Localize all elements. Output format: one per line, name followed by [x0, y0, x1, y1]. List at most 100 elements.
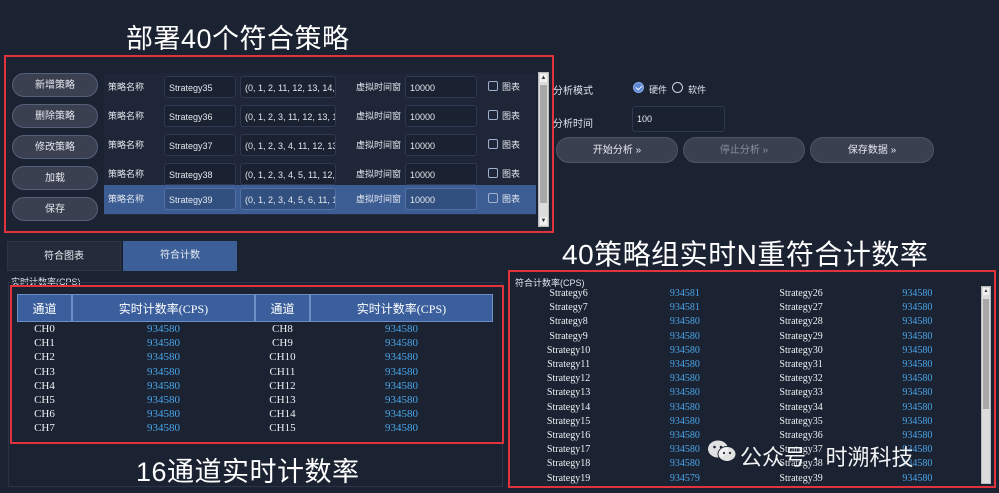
strategy-list-scrollbar[interactable]: ▲ ▼	[538, 72, 549, 227]
virtual-window-input[interactable]: 10000	[405, 76, 477, 98]
strategy-name-input[interactable]: Strategy37	[164, 134, 236, 156]
strategy-name-label: 策略名称	[108, 169, 145, 179]
coinc-table-scrollbar[interactable]: ▲	[981, 286, 991, 484]
analysis-mode-label: 分析模式	[553, 86, 593, 97]
table-row: CH2 934580 CH10 934580	[17, 350, 493, 364]
channel-name-cell: CH6	[34, 408, 55, 421]
strategy-name-cell: Strategy27	[779, 302, 823, 314]
channel-name-cell: CH11	[269, 365, 296, 378]
strategy-row[interactable]: 策略名称 Strategy39 (0, 1, 2, 3, 4, 5, 6, 11, …	[104, 185, 536, 215]
strategy-name-input[interactable]: Strategy36	[164, 105, 236, 127]
table-row: Strategy9 934580 Strategy29 934580	[513, 330, 978, 344]
table-row: CH4 934580 CH12 934580	[17, 379, 493, 393]
channel-rate-cell: 934580	[384, 365, 418, 378]
strategy-rate-cell: 934580	[669, 373, 700, 385]
strategy-name-input[interactable]: Strategy39	[164, 188, 236, 210]
coinc-annotation-title: 40策略组实时N重符合计数率	[562, 239, 929, 270]
virtual-window-label: 虚拟时间窗	[356, 111, 402, 121]
start-analysis-button[interactable]: 开始分析 »	[556, 137, 678, 163]
strategy-rate-cell: 934580	[669, 401, 700, 413]
hardware-radio[interactable]	[633, 82, 644, 93]
strategy-channels-input[interactable]: (0, 1, 2, 3, 4, 11, 12, 13,	[240, 134, 336, 156]
strategy-name-cell: Strategy14	[546, 401, 591, 413]
chart-checkbox-label: 图表	[502, 111, 521, 121]
strategy-rate-cell: 934580	[902, 387, 933, 399]
tab-coinc-chart[interactable]: 符合图表	[7, 241, 121, 271]
hardware-label: 硬件	[649, 85, 668, 95]
strategy-row[interactable]: 策略名称 Strategy35 (0, 1, 2, 11, 12, 13, 14, …	[104, 73, 536, 103]
virtual-window-label: 虚拟时间窗	[356, 194, 402, 204]
channel-rate-cell: 934580	[384, 422, 418, 435]
edit-strategy-button[interactable]: 修改策略	[12, 135, 98, 159]
strategy-rate-cell: 934580	[902, 472, 933, 484]
channel-name-cell: CH0	[34, 323, 55, 336]
channel-name-cell: CH12	[269, 379, 296, 392]
channel-rate-cell: 934580	[146, 365, 180, 378]
table-row: CH7 934580 CH15 934580	[17, 421, 493, 435]
strategy-name-cell: Strategy31	[779, 359, 823, 371]
strategy-name-label: 策略名称	[108, 111, 145, 121]
software-label: 软件	[688, 85, 707, 95]
channel-rate-cell: 934580	[384, 394, 418, 407]
strategy-name-input[interactable]: Strategy35	[164, 76, 236, 98]
channel-name-cell: CH13	[269, 394, 296, 407]
stop-analysis-button[interactable]: 停止分析 »	[683, 137, 805, 163]
table-row: Strategy6 934581 Strategy26 934580	[513, 287, 978, 301]
virtual-window-input[interactable]: 10000	[405, 105, 477, 127]
table-row: Strategy13 934580 Strategy33 934580	[513, 386, 978, 400]
strategy-channels-input[interactable]: (0, 1, 2, 3, 4, 5, 11, 12, 1	[240, 163, 336, 185]
software-radio[interactable]	[672, 82, 683, 93]
strategy-name-input[interactable]: Strategy38	[164, 163, 236, 185]
virtual-window-input[interactable]: 10000	[405, 188, 477, 210]
table-row: CH3 934580 CH11 934580	[17, 365, 493, 379]
strategy-name-cell: Strategy16	[546, 429, 591, 441]
strategy-row[interactable]: 策略名称 Strategy37 (0, 1, 2, 3, 4, 11, 12, 13…	[104, 131, 536, 161]
strategy-rate-cell: 934580	[669, 415, 700, 427]
save-button[interactable]: 保存	[12, 197, 98, 221]
strategy-rate-cell: 934580	[902, 316, 933, 328]
table-row: CH0 934580 CH8 934580	[17, 322, 493, 336]
virtual-window-label: 虚拟时间窗	[356, 169, 402, 179]
strategy-row[interactable]: 策略名称 Strategy36 (0, 1, 2, 3, 11, 12, 13, 1…	[104, 102, 536, 132]
channel-name-cell: CH10	[269, 351, 296, 364]
strategy-name-label: 策略名称	[108, 82, 145, 92]
chart-checkbox[interactable]	[488, 139, 498, 149]
col-channel: 通道	[254, 294, 310, 322]
delete-strategy-button[interactable]: 删除策略	[12, 104, 98, 128]
strategy-name-cell: Strategy8	[549, 316, 588, 328]
strategy-rate-cell: 934580	[669, 316, 700, 328]
col-rate: 实时计数率(CPS)	[309, 294, 493, 322]
chart-checkbox[interactable]	[488, 193, 498, 203]
strategy-name-cell: Strategy30	[779, 344, 823, 356]
channel-rate-table: 通道 实时计数率(CPS) 通道 实时计数率(CPS) CH0 934580 CH8…	[17, 294, 493, 436]
virtual-window-input[interactable]: 10000	[405, 134, 477, 156]
col-rate: 实时计数率(CPS)	[71, 294, 255, 322]
strategy-channels-input[interactable]: (0, 1, 2, 11, 12, 13, 14, 1	[240, 76, 336, 98]
virtual-window-input[interactable]: 10000	[405, 163, 477, 185]
channel-rate-cell: 934580	[384, 337, 418, 350]
save-data-button[interactable]: 保存数据 »	[810, 137, 934, 163]
chart-checkbox[interactable]	[488, 81, 498, 91]
tab-coinc-count[interactable]: 符合计数	[123, 241, 237, 271]
analysis-time-input[interactable]: 100	[632, 106, 725, 132]
load-button[interactable]: 加载	[12, 166, 98, 190]
strategy-rate-cell: 934580	[902, 302, 933, 314]
table-row: Strategy19 934579 Strategy39 934580	[513, 471, 978, 485]
strategy-name-cell: Strategy35	[779, 415, 823, 427]
strategy-channels-input[interactable]: (0, 1, 2, 3, 11, 12, 13, 14	[240, 105, 336, 127]
strategy-rate-cell: 934580	[902, 344, 933, 356]
strategy-rate-cell: 934580	[902, 359, 933, 371]
channel-rate-cell: 934580	[384, 323, 418, 336]
strategy-channels-input[interactable]: (0, 1, 2, 3, 4, 5, 6, 11, 12	[240, 188, 336, 210]
strategy-name-cell: Strategy13	[546, 387, 591, 399]
strategy-rate-cell: 934580	[902, 415, 933, 427]
chart-checkbox[interactable]	[488, 110, 498, 120]
channel-name-cell: CH7	[34, 422, 55, 435]
add-strategy-button[interactable]: 新增策略	[12, 73, 98, 97]
channel-name-cell: CH3	[34, 365, 55, 378]
chart-checkbox[interactable]	[488, 168, 498, 178]
strategy-rate-cell: 934581	[669, 288, 700, 300]
chart-checkbox-label: 图表	[502, 169, 521, 179]
channel-rate-cell: 934580	[146, 323, 180, 336]
table-row: Strategy10 934580 Strategy30 934580	[513, 344, 978, 358]
